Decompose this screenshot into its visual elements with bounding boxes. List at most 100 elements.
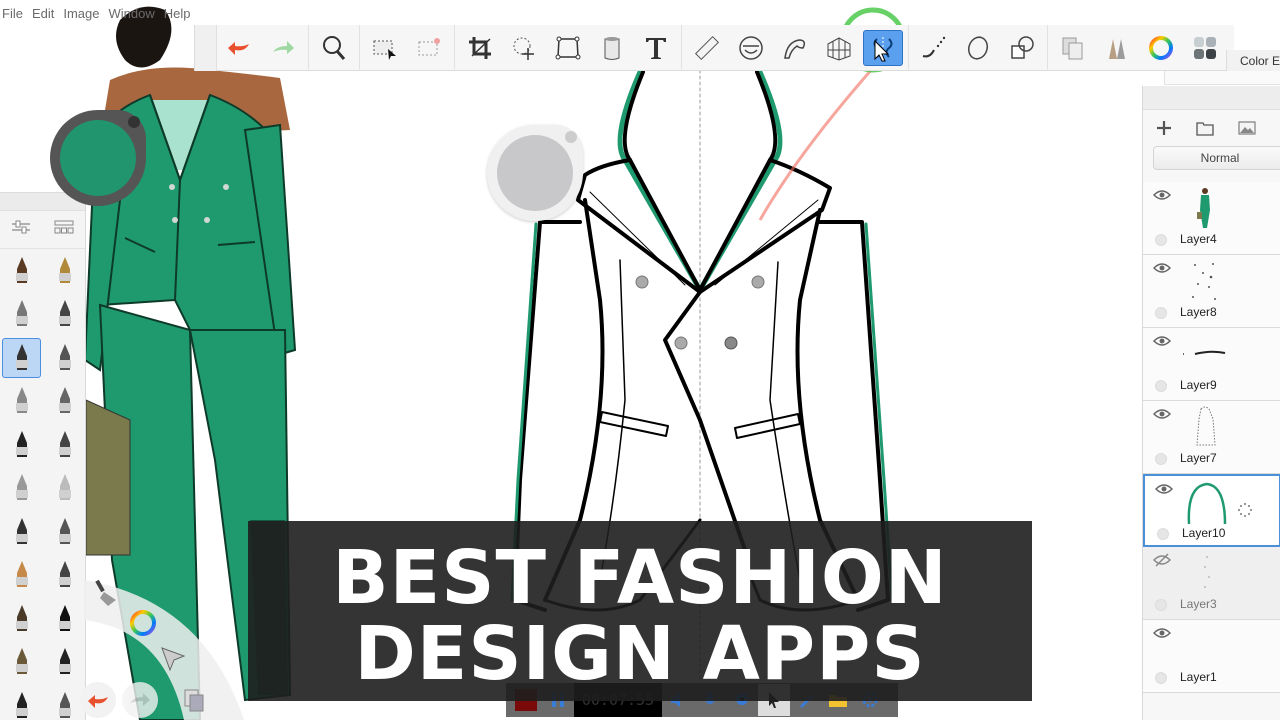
copic-library-button[interactable] [1185, 30, 1225, 66]
distort-tool-button[interactable] [548, 30, 588, 66]
menu-bar: File Edit Image Window Help [0, 0, 600, 26]
layer-radio[interactable] [1155, 307, 1167, 319]
eye-icon[interactable] [1152, 188, 1172, 206]
eye-icon[interactable] [1152, 407, 1172, 425]
layer-radio[interactable] [1155, 234, 1167, 246]
brush-paint-brush[interactable] [0, 597, 43, 641]
color-wheel-button[interactable] [1141, 30, 1181, 66]
predictive-stroke-button[interactable] [958, 30, 998, 66]
layer-item[interactable]: Layer7 [1143, 401, 1280, 474]
selection-tool-button[interactable] [365, 30, 405, 66]
zoom-tool-button[interactable] [314, 30, 354, 66]
color-puck-secondary[interactable] [487, 125, 583, 221]
deselect-button[interactable] [409, 30, 449, 66]
layer-item[interactable]: Layer4 [1143, 182, 1280, 255]
layer-thumbnail [1187, 482, 1227, 524]
menu-file[interactable]: File [2, 6, 23, 21]
undo-button[interactable] [219, 30, 259, 66]
menu-edit[interactable]: Edit [32, 6, 54, 21]
brush-ballpoint-pen[interactable] [2, 338, 41, 378]
ruler-tool-button[interactable] [687, 30, 727, 66]
layer-radio[interactable] [1155, 672, 1167, 684]
rect-select-icon [373, 40, 396, 60]
eye-icon[interactable] [1152, 261, 1172, 279]
layer-radio[interactable] [1157, 528, 1169, 540]
brush-chisel-marker[interactable] [43, 467, 86, 511]
blend-mode-dropdown[interactable]: Normal [1153, 146, 1280, 170]
text-tool-button[interactable] [636, 30, 676, 66]
layer-radio[interactable] [1155, 599, 1167, 611]
pointer-icon[interactable] [160, 646, 186, 672]
puck-handle[interactable] [128, 116, 140, 128]
brush-grid [0, 249, 85, 720]
color-wheel-icon [1149, 35, 1173, 60]
brush-fan-brush[interactable] [0, 684, 43, 720]
felt-tip-icon [15, 256, 28, 283]
brush-felt-tip[interactable] [0, 249, 43, 293]
menu-help[interactable]: Help [164, 6, 191, 21]
steady-stroke-button[interactable] [914, 30, 954, 66]
layer-item[interactable]: Layer1 [1143, 620, 1280, 693]
add-image-button[interactable] [1237, 119, 1257, 137]
color-wheel-icon[interactable] [128, 608, 158, 638]
layer-item[interactable]: Layer8 [1143, 255, 1280, 328]
eye-icon[interactable] [1152, 626, 1172, 644]
brush-hard-edge-marker[interactable] [43, 293, 86, 337]
puck-handle[interactable] [565, 131, 577, 143]
splatter-icon [58, 648, 71, 675]
layer-item[interactable]: Layer3 [1143, 547, 1280, 620]
brush-texture-chain[interactable] [43, 423, 86, 467]
layers-panel-header[interactable] [1143, 86, 1280, 110]
color-puck-active[interactable] [50, 110, 146, 206]
brush-smudge-ring[interactable] [43, 249, 86, 293]
brush-fountain-pen[interactable] [43, 336, 86, 380]
toolbar-grip[interactable] [195, 24, 217, 71]
brush-eraser[interactable] [0, 467, 43, 511]
layers-panel: Normal Layer4 Layer8 Layer9 Layer7 Layer… [1142, 86, 1280, 720]
paint-brush-icon [15, 604, 28, 631]
brush-icon[interactable] [94, 578, 120, 608]
brush-properties-button[interactable] [10, 218, 32, 241]
redo-button[interactable] [263, 30, 303, 66]
lagoon-redo-button[interactable] [122, 682, 158, 718]
brush-library-button[interactable] [1097, 30, 1137, 66]
brush-inking-pen[interactable] [43, 380, 86, 424]
eye-icon[interactable] [1152, 334, 1172, 352]
layer-item[interactable]: Layer9 [1143, 328, 1280, 401]
layers-button[interactable] [1053, 30, 1093, 66]
brush-technical-pen[interactable] [43, 510, 86, 554]
transform-tool-button[interactable] [504, 30, 544, 66]
lagoon-undo-button[interactable] [80, 682, 116, 718]
layers-icon[interactable] [182, 688, 206, 714]
brush-s-brush[interactable] [43, 597, 86, 641]
color-editor-tab[interactable]: Color E [1226, 50, 1280, 72]
brush-sb-pencil[interactable] [43, 554, 86, 598]
menu-image[interactable]: Image [63, 6, 99, 21]
shapes-button[interactable] [1002, 30, 1042, 66]
brush-airbrush[interactable] [0, 293, 43, 337]
french-curve-button[interactable] [775, 30, 815, 66]
brush-bell-airbrush[interactable] [0, 641, 43, 685]
pencil-icon [15, 561, 28, 588]
eye-slash-icon[interactable] [1152, 553, 1172, 572]
brush-pencil[interactable] [0, 554, 43, 598]
ellipse-guide-button[interactable] [731, 30, 771, 66]
brush-sets-button[interactable] [53, 218, 75, 241]
crop-tool-button[interactable] [460, 30, 500, 66]
brush-splatter[interactable] [43, 641, 86, 685]
layer-radio[interactable] [1155, 453, 1167, 465]
eye-icon[interactable] [1154, 482, 1174, 500]
brush-scribble[interactable] [0, 510, 43, 554]
fill-tool-button[interactable] [592, 30, 632, 66]
add-layer-button[interactable] [1155, 119, 1173, 137]
brush-marker[interactable] [0, 380, 43, 424]
brush-spray-dots[interactable] [0, 423, 43, 467]
perspective-button[interactable] [819, 30, 859, 66]
layer-item-selected[interactable]: Layer10 [1143, 474, 1280, 547]
mouse-cursor-icon [874, 40, 890, 62]
layer-radio[interactable] [1155, 380, 1167, 392]
paint-bucket-icon [604, 36, 620, 60]
add-group-button[interactable] [1195, 119, 1215, 137]
menu-window[interactable]: Window [109, 6, 155, 21]
layer-name: Layer10 [1182, 526, 1226, 540]
